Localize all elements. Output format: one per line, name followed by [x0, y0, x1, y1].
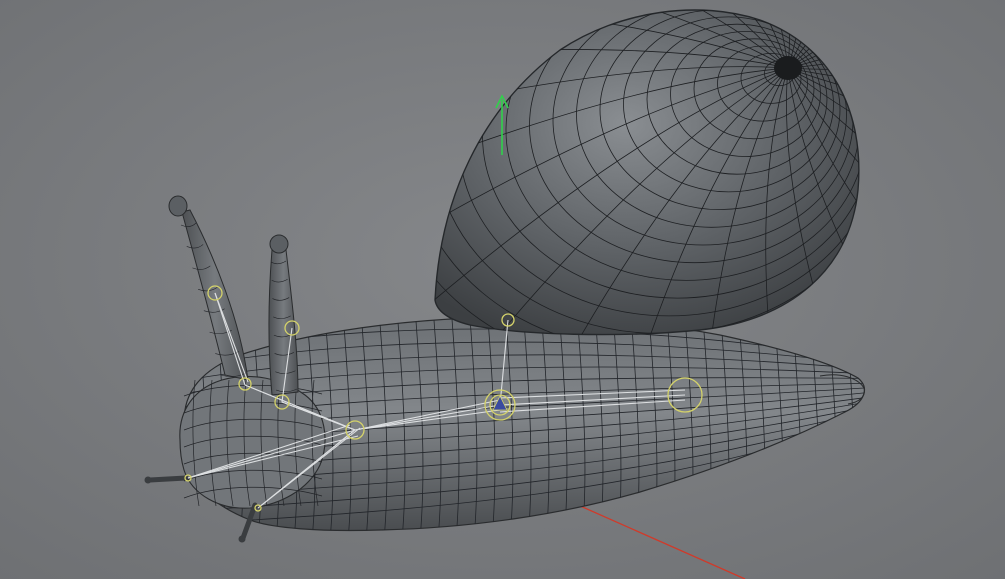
shell-spiral-center [774, 56, 802, 80]
right-eye-bulb [269, 234, 289, 254]
lower-tentacle-left [147, 475, 189, 483]
3d-viewport[interactable] [0, 0, 1005, 579]
left-eye-bulb [168, 195, 188, 217]
snail-scene [0, 0, 1005, 579]
